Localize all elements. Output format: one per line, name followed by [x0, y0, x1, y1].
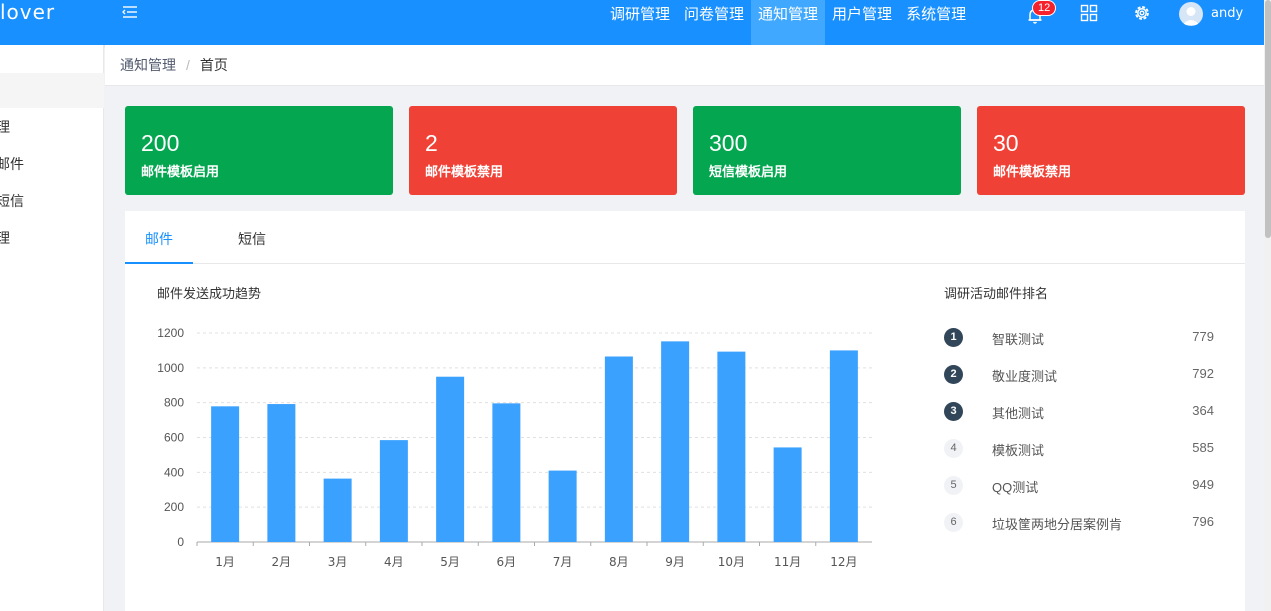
ranking-value: 585 [1192, 440, 1214, 455]
user-avatar[interactable] [1179, 2, 1203, 26]
top-header: lover 调研管理 问卷管理 通知管理 用户管理 系统管理 12 andy [0, 0, 1264, 45]
y-tick-label: 1000 [157, 361, 184, 375]
notification-badge: 12 [1032, 0, 1057, 16]
y-tick-label: 800 [164, 396, 184, 410]
chart-bar[interactable] [323, 478, 352, 542]
sidebar-item-email[interactable]: 邮件 [0, 154, 24, 174]
nav-item-users[interactable]: 用户管理 [825, 0, 899, 45]
sidebar-active-item[interactable] [0, 73, 104, 108]
nav-item-questionnaire[interactable]: 问卷管理 [677, 0, 751, 45]
breadcrumb-item-notification[interactable]: 通知管理 [120, 57, 176, 73]
menu-collapse-icon[interactable] [120, 4, 140, 22]
stat-card-value: 2 [425, 130, 438, 156]
chart-bar[interactable] [436, 376, 465, 542]
username-label[interactable]: andy [1211, 6, 1243, 21]
nav-item-survey[interactable]: 调研管理 [603, 0, 677, 45]
ranking-row: 6 垃圾筐两地分居案例肯 796 [944, 513, 1214, 533]
chart-title: 邮件发送成功趋势 [157, 286, 262, 301]
chart-bar[interactable] [548, 470, 577, 542]
ranking-index: 6 [944, 513, 963, 532]
stat-card-label: 邮件模板启用 [141, 164, 220, 179]
apps-grid-icon[interactable] [1080, 4, 1098, 22]
stat-card-label: 短信模板启用 [709, 164, 788, 179]
tab-bar: 邮件 短信 [125, 211, 1245, 264]
ranking-value: 949 [1192, 477, 1214, 492]
x-tick-label: 2月 [272, 555, 292, 569]
ranking-row: 2 敬业度测试 792 [944, 365, 1214, 385]
x-tick-label: 1月 [215, 555, 235, 569]
x-tick-label: 5月 [440, 555, 460, 569]
ranking-value: 792 [1192, 366, 1214, 381]
ranking-name: 其他测试 [992, 406, 1045, 421]
app-logo[interactable]: lover [0, 0, 55, 24]
ranking-index: 4 [944, 439, 963, 458]
ranking-name: 模板测试 [992, 443, 1045, 458]
bar-chart: 0 200 400 600 800 1000 1200 1月 2月 3月 4月 5月 6月 7月 8月 9月 1… [157, 326, 872, 569]
y-tick-label: 200 [164, 500, 184, 514]
chart-bar[interactable] [379, 440, 408, 542]
ranking-name: 智联测试 [992, 332, 1045, 347]
chart-bar[interactable] [773, 447, 802, 542]
stat-card-email-disabled: 2 邮件模板禁用 [409, 106, 677, 195]
chart-bar[interactable] [829, 350, 858, 542]
x-tick-label: 11月 [774, 555, 801, 569]
x-tick-label: 4月 [384, 555, 404, 569]
x-tick-label: 10月 [718, 555, 745, 569]
chart-bar[interactable] [717, 351, 746, 542]
ranking-row: 3 其他测试 364 [944, 402, 1214, 422]
tab-email[interactable]: 邮件 [125, 211, 193, 264]
y-tick-label: 600 [164, 431, 184, 445]
ranking-value: 796 [1192, 514, 1214, 529]
ranking-row: 5 QQ测试 949 [944, 476, 1214, 496]
x-tick-label: 3月 [328, 555, 348, 569]
y-tick-label: 400 [164, 465, 184, 479]
chart-bar[interactable] [211, 406, 240, 542]
gear-icon[interactable] [1132, 3, 1152, 23]
ranking-value: 364 [1192, 403, 1214, 418]
y-tick-label: 1200 [157, 326, 184, 340]
ranking-name: 敬业度测试 [992, 369, 1058, 384]
sidebar-item-4[interactable]: 理 [0, 228, 10, 248]
x-tick-label: 7月 [553, 555, 573, 569]
stat-card-email-disabled-2: 30 邮件模板禁用 [977, 106, 1245, 195]
ranking-index: 1 [944, 328, 963, 347]
sidebar-item-1[interactable]: 理 [0, 117, 10, 137]
breadcrumb-item-home: 首页 [199, 57, 228, 73]
stat-card-sms-enabled: 300 短信模板启用 [693, 106, 961, 195]
stat-card-value: 30 [993, 130, 1019, 156]
y-tick-label: 0 [177, 535, 184, 549]
x-tick-label: 6月 [497, 555, 517, 569]
chart-bar[interactable] [267, 404, 296, 542]
ranking-index: 3 [944, 402, 963, 421]
stat-card-value: 200 [141, 130, 180, 156]
x-tick-label: 12月 [830, 555, 857, 569]
ranking-title: 调研活动邮件排名 [944, 286, 1049, 301]
ranking-value: 779 [1192, 329, 1214, 344]
chart-bar[interactable] [604, 356, 633, 542]
sidebar: 理 邮件 短信 理 [0, 45, 104, 611]
ranking-name: QQ测试 [992, 480, 1039, 495]
top-nav: 调研管理 问卷管理 通知管理 用户管理 系统管理 [603, 0, 973, 45]
ranking-row: 4 模板测试 585 [944, 439, 1214, 459]
stat-card-label: 邮件模板禁用 [425, 164, 504, 179]
stat-card-value: 300 [709, 130, 748, 156]
x-tick-label: 8月 [609, 555, 629, 569]
breadcrumb-separator: / [186, 57, 190, 73]
x-tick-label: 9月 [665, 555, 685, 569]
scrollbar-thumb[interactable] [1265, 0, 1271, 238]
ranking-row: 1 智联测试 779 [944, 328, 1214, 348]
nav-item-system[interactable]: 系统管理 [899, 0, 973, 45]
ranking-index: 5 [944, 476, 963, 495]
chart-bar[interactable] [492, 403, 521, 542]
stat-card-email-enabled: 200 邮件模板启用 [125, 106, 393, 195]
ranking-name: 垃圾筐两地分居案例肯 [992, 517, 1123, 532]
stat-card-label: 邮件模板禁用 [993, 164, 1072, 179]
sidebar-item-sms[interactable]: 短信 [0, 191, 24, 211]
tab-sms[interactable]: 短信 [218, 211, 286, 264]
nav-item-notification[interactable]: 通知管理 [751, 0, 826, 45]
breadcrumb: 通知管理 / 首页 [105, 45, 1264, 86]
chart-bar[interactable] [661, 341, 690, 542]
ranking-index: 2 [944, 365, 963, 384]
